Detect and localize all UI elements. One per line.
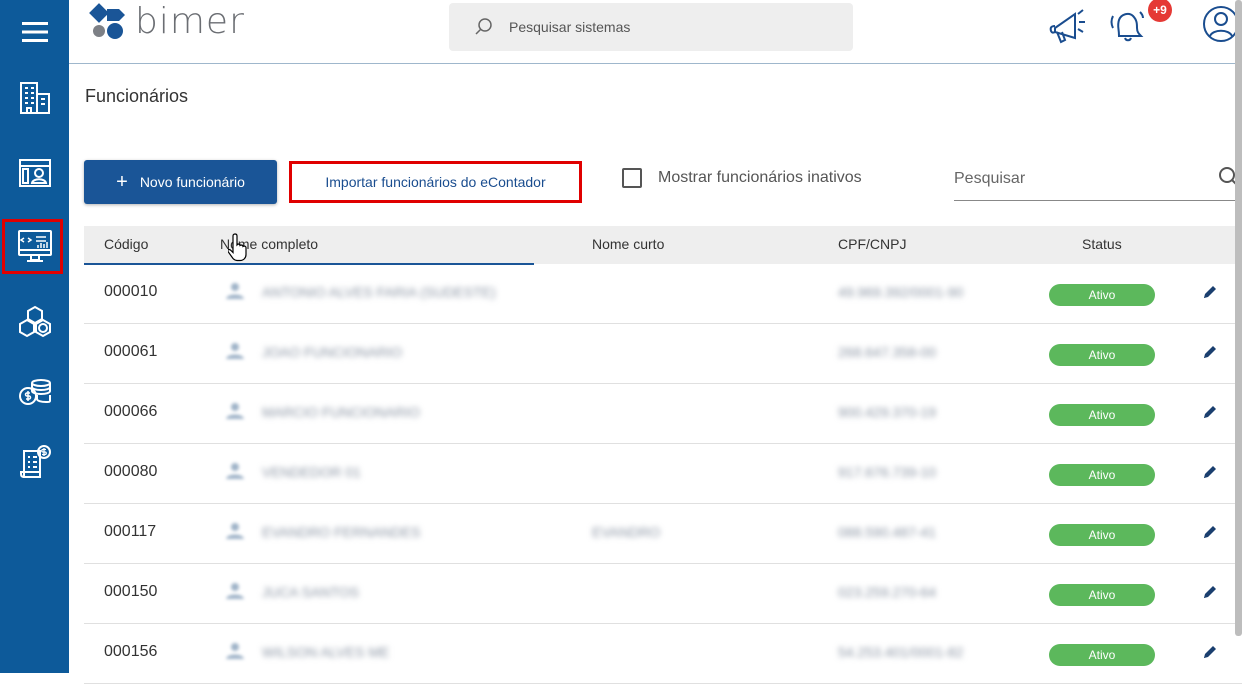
bimer-logo-icon	[89, 3, 125, 39]
employee-search-input[interactable]	[954, 165, 1194, 193]
coins-icon	[18, 379, 51, 405]
hamburger-menu-button[interactable]	[0, 0, 69, 64]
edit-pencil-icon[interactable]	[1202, 284, 1218, 300]
employee-cpf-cnpj: 49.969.392/0001-90	[838, 284, 964, 300]
employee-code: 000150	[104, 583, 158, 600]
employee-cpf-cnpj: 268.647.358-00	[838, 344, 937, 360]
table-row[interactable]: 000156 WILSON ALVES ME 54.253.401/0001-8…	[84, 624, 1242, 684]
new-employee-button[interactable]: + Novo funcionário	[84, 160, 277, 204]
employee-full-name: JOAO FUNCIONARIO	[262, 344, 403, 360]
sidebar-item-fiscal[interactable]	[0, 432, 69, 492]
person-icon	[226, 643, 244, 659]
edit-pencil-icon[interactable]	[1202, 644, 1218, 660]
status-badge: Ativo	[1049, 344, 1155, 366]
employee-cpf-cnpj: 088.590.487-41	[838, 524, 937, 540]
show-inactive-checkbox[interactable]	[622, 168, 642, 188]
sidebar-active-highlight	[2, 219, 63, 274]
column-header-code[interactable]: Código	[104, 236, 148, 252]
person-icon	[226, 343, 244, 359]
hamburger-icon	[21, 22, 48, 42]
table-row[interactable]: 000061 JOAO FUNCIONARIO 268.647.358-00 A…	[84, 324, 1242, 384]
employee-short-name: EVANDRO	[592, 524, 661, 540]
bell-icon	[1110, 11, 1144, 42]
person-icon	[226, 463, 244, 479]
edit-pencil-icon[interactable]	[1202, 344, 1218, 360]
employee-cpf-cnpj: 900.429.370-19	[838, 404, 937, 420]
system-search-box[interactable]	[449, 3, 853, 51]
column-header-short-name[interactable]: Nome curto	[592, 236, 664, 252]
employee-filter[interactable]	[954, 165, 1242, 201]
employee-code: 000117	[104, 523, 157, 540]
notification-badge: +9	[1148, 0, 1172, 22]
status-badge: Ativo	[1049, 404, 1155, 426]
edit-pencil-icon[interactable]	[1202, 464, 1218, 480]
table-row[interactable]: 000080 VENDEDOR 01 917.676.739-10 Ativo	[84, 444, 1242, 504]
edit-pencil-icon[interactable]	[1202, 584, 1218, 600]
person-icon	[226, 283, 244, 299]
id-card-icon	[18, 159, 51, 187]
employee-cpf-cnpj: 54.253.401/0001-82	[838, 644, 964, 660]
table-row[interactable]: 000066 MARCIO FUNCIONARIO 900.429.370-19…	[84, 384, 1242, 444]
plus-icon: +	[116, 171, 128, 193]
system-search-input[interactable]	[509, 19, 839, 35]
buildings-icon	[19, 82, 50, 114]
employee-code: 000080	[104, 463, 158, 480]
employee-code: 000156	[104, 643, 158, 660]
person-icon	[226, 403, 244, 419]
employee-code: 000066	[104, 403, 158, 420]
edit-pencil-icon[interactable]	[1202, 404, 1218, 420]
table-header: Código Nome completo Nome curto CPF/CNPJ…	[84, 226, 1242, 264]
employee-cpf-cnpj: 917.676.739-10	[838, 464, 937, 480]
show-inactive-toggle[interactable]: Mostrar funcionários inativos	[622, 168, 862, 188]
edit-pencil-icon[interactable]	[1202, 524, 1218, 540]
employee-cpf-cnpj: 023.259.270-64	[838, 584, 937, 600]
user-avatar-icon	[1203, 6, 1239, 42]
scrollbar[interactable]	[1235, 0, 1242, 636]
status-badge: Ativo	[1049, 584, 1155, 606]
status-badge: Ativo	[1049, 464, 1155, 486]
employee-full-name: ANTONIO ALVES FARIA (SUDESTE)	[262, 284, 496, 300]
employee-code: 000010	[104, 283, 158, 300]
employee-full-name: WILSON ALVES ME	[262, 644, 390, 660]
sidebar-item-empresas[interactable]	[0, 68, 69, 128]
column-header-status[interactable]: Status	[1082, 236, 1122, 252]
sidebar-item-produtos[interactable]	[0, 292, 69, 352]
person-icon	[226, 523, 244, 539]
employee-code: 000061	[104, 343, 158, 360]
notifications-button[interactable]	[1107, 2, 1147, 49]
employee-full-name: EVANDRO FERNANDES	[262, 524, 421, 540]
invoice-icon	[19, 445, 51, 478]
employee-full-name: MARCIO FUNCIONARIO	[262, 404, 420, 420]
employee-full-name: JUCA SANTOS	[262, 584, 359, 600]
new-employee-label: Novo funcionário	[139, 174, 245, 190]
table-row[interactable]: 000150 JUCA SANTOS 023.259.270-64 Ativo	[84, 564, 1242, 624]
status-badge: Ativo	[1049, 284, 1155, 306]
announcements-button[interactable]	[1047, 2, 1087, 51]
person-icon	[226, 583, 244, 599]
import-econtador-button[interactable]: Importar funcionários do eContador	[289, 161, 582, 203]
bimer-logo[interactable]: bimer	[89, 2, 245, 42]
page-title: Funcionários	[85, 86, 189, 106]
column-header-cpf-cnpj[interactable]: CPF/CNPJ	[838, 236, 906, 252]
status-badge: Ativo	[1049, 524, 1155, 546]
table-row[interactable]: 000010 ANTONIO ALVES FARIA (SUDESTE) 49.…	[84, 264, 1242, 324]
sidebar-item-cadastro[interactable]	[0, 143, 69, 203]
show-inactive-label: Mostrar funcionários inativos	[658, 169, 862, 186]
sidebar	[0, 0, 69, 673]
employee-full-name: VENDEDOR 01	[262, 464, 361, 480]
status-badge: Ativo	[1049, 644, 1155, 666]
search-icon	[475, 18, 492, 35]
hand-cursor-icon	[228, 233, 247, 262]
table-row[interactable]: 000117 EVANDRO FERNANDES EVANDRO 088.590…	[84, 504, 1242, 564]
user-account-button[interactable]	[1199, 2, 1239, 51]
megaphone-icon	[1049, 9, 1085, 44]
sidebar-item-financeiro[interactable]	[0, 362, 69, 422]
boxes-icon	[18, 305, 51, 338]
top-bar: bimer +9	[69, 0, 1242, 64]
logo-text: bimer	[135, 1, 245, 42]
